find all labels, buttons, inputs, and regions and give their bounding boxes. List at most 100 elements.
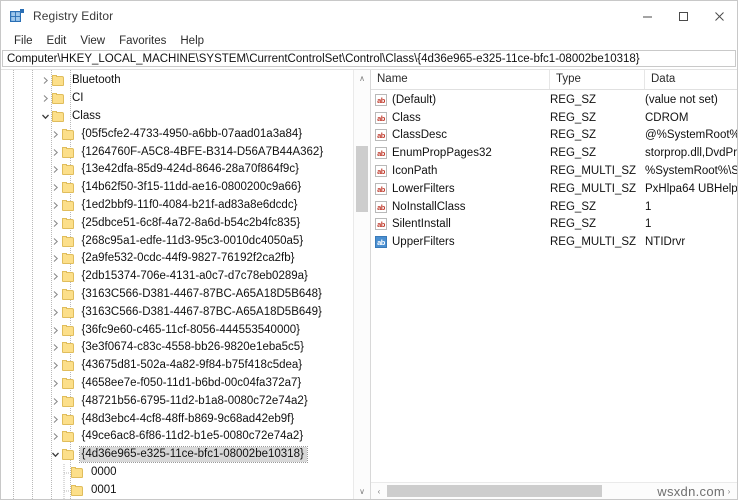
chevron-right-icon[interactable] — [49, 233, 62, 250]
menu-item-favorites[interactable]: Favorites — [112, 33, 173, 49]
chevron-right-icon[interactable] — [49, 286, 62, 303]
values-horizontal-scrollbar[interactable]: ‹ › wsxdn.com — [371, 482, 737, 499]
tree-item[interactable]: Bluetooth — [1, 72, 370, 90]
tree-item[interactable]: CI — [1, 90, 370, 108]
chevron-right-icon[interactable] — [49, 357, 62, 374]
value-row[interactable]: ab(Default)REG_SZ(value not set) — [371, 91, 737, 109]
scroll-down-arrow[interactable]: ∨ — [354, 483, 370, 499]
tree-item-label: CI — [70, 91, 87, 106]
tree-item[interactable]: {2db15374-706e-4131-a0c7-d7c78eb0289a} — [1, 268, 370, 286]
value-data-cell: storprop.dll,DvdProp — [645, 147, 737, 159]
value-name-cell: ab(Default) — [371, 94, 550, 106]
tree-item[interactable]: {13e42dfa-85d9-424d-8646-28a70f864f9c} — [1, 161, 370, 179]
chevron-right-icon[interactable] — [49, 144, 62, 161]
folder-icon — [62, 253, 75, 264]
chevron-right-icon[interactable] — [39, 72, 52, 89]
tree-item[interactable]: {14b62f50-3f15-11dd-ae16-0800200c9a66} — [1, 179, 370, 197]
tree-item-label: {3163C566-D381-4467-87BC-A65A18D5B648} — [80, 287, 325, 302]
column-header-type[interactable]: Type — [550, 70, 645, 89]
value-name-cell: abSilentInstall — [371, 218, 550, 230]
tree-item[interactable]: {43675d81-502a-4a82-9f84-b75f418c5dea} — [1, 357, 370, 375]
tree-item[interactable]: {3163C566-D381-4467-87BC-A65A18D5B649} — [1, 303, 370, 321]
menu-item-edit[interactable]: Edit — [40, 33, 74, 49]
tree-item[interactable]: {25dbce51-6c8f-4a72-8a6d-b54c2b4fc835} — [1, 214, 370, 232]
tree-item[interactable]: {4d36e965-e325-11ce-bfc1-08002be10318} — [1, 446, 370, 464]
folder-icon — [62, 271, 75, 282]
folder-icon — [62, 218, 75, 229]
chevron-right-icon[interactable] — [49, 179, 62, 196]
chevron-right-icon[interactable] — [49, 197, 62, 214]
tree-item-label: Class — [70, 109, 104, 124]
tree-item[interactable]: {48d3ebc4-4cf8-48ff-b869-9c68ad42eb9f} — [1, 410, 370, 428]
menu-item-file[interactable]: File — [7, 33, 40, 49]
tree-item[interactable]: 0001 — [1, 481, 370, 499]
menu-item-help[interactable]: Help — [173, 33, 211, 49]
values-scroll-track[interactable] — [387, 483, 721, 499]
chevron-right-icon[interactable] — [39, 90, 52, 107]
tree-item[interactable]: {48721b56-6795-11d2-b1a8-0080c72e74a2} — [1, 392, 370, 410]
value-name-label: EnumPropPages32 — [392, 147, 492, 159]
scroll-right-arrow[interactable]: › — [721, 483, 737, 499]
scroll-up-arrow[interactable]: ∧ — [354, 70, 370, 86]
tree-vertical-scrollbar[interactable]: ∧ ∨ — [353, 70, 370, 499]
value-row[interactable]: abClassREG_SZCDROM — [371, 109, 737, 127]
column-header-data[interactable]: Data — [645, 70, 737, 89]
menu-item-view[interactable]: View — [73, 33, 112, 49]
chevron-right-icon[interactable] — [49, 428, 62, 445]
value-data-cell: CDROM — [645, 112, 737, 124]
chevron-right-icon[interactable] — [49, 322, 62, 339]
chevron-right-icon[interactable] — [49, 375, 62, 392]
chevron-down-icon[interactable] — [49, 446, 62, 463]
chevron-right-icon[interactable] — [49, 268, 62, 285]
tree-item[interactable]: {49ce6ac8-6f86-11d2-b1e5-0080c72e74a2} — [1, 428, 370, 446]
tree-item[interactable]: {1ed2bbf9-11f0-4084-b21f-ad83a8e6dcdc} — [1, 197, 370, 215]
value-row[interactable]: abIconPathREG_MULTI_SZ%SystemRoot%\Syst — [371, 162, 737, 180]
registry-values-pane: Name Type Data ab(Default)REG_SZ(value n… — [371, 70, 737, 499]
close-button[interactable] — [701, 1, 737, 31]
chevron-right-icon[interactable] — [49, 304, 62, 321]
tree-connector — [58, 464, 71, 481]
value-row[interactable]: abNoInstallClassREG_SZ1 — [371, 198, 737, 216]
tree-item[interactable]: {268c95a1-edfe-11d3-95c3-0010dc4050a5} — [1, 232, 370, 250]
tree-item-label: {1ed2bbf9-11f0-4084-b21f-ad83a8e6dcdc} — [80, 198, 301, 213]
tree-item[interactable]: Class — [1, 108, 370, 126]
tree-scroll-thumb[interactable] — [356, 146, 368, 212]
chevron-right-icon[interactable] — [49, 161, 62, 178]
maximize-button[interactable] — [665, 1, 701, 31]
chevron-right-icon[interactable] — [49, 393, 62, 410]
chevron-right-icon[interactable] — [49, 250, 62, 267]
value-row[interactable]: abUpperFiltersREG_MULTI_SZNTIDrvr — [371, 233, 737, 251]
tree-item[interactable]: {2a9fe532-0cdc-44f9-9827-76192f2ca2fb} — [1, 250, 370, 268]
value-data-cell: %SystemRoot%\Syst — [645, 165, 737, 177]
tree-item[interactable]: {3163C566-D381-4467-87BC-A65A18D5B648} — [1, 286, 370, 304]
tree-item[interactable]: {3e3f0674-c83c-4558-bb26-9820e1eba5c5} — [1, 339, 370, 357]
chevron-right-icon[interactable] — [49, 215, 62, 232]
string-value-icon: ab — [375, 218, 387, 230]
minimize-button[interactable] — [629, 1, 665, 31]
value-row[interactable]: abLowerFiltersREG_MULTI_SZPxHlpa64 UBHel… — [371, 180, 737, 198]
values-scroll-thumb[interactable] — [387, 485, 602, 497]
folder-icon — [71, 485, 84, 496]
chevron-right-icon[interactable] — [49, 126, 62, 143]
tree-item-label: {13e42dfa-85d9-424d-8646-28a70f864f9c} — [80, 162, 302, 177]
tree-item[interactable]: {36fc9e60-c465-11cf-8056-444553540000} — [1, 321, 370, 339]
address-bar[interactable]: Computer\HKEY_LOCAL_MACHINE\SYSTEM\Curre… — [2, 50, 736, 67]
chevron-right-icon[interactable] — [49, 411, 62, 428]
value-row[interactable]: abEnumPropPages32REG_SZstorprop.dll,DvdP… — [371, 144, 737, 162]
tree-item[interactable]: {1264760F-A5C8-4BFE-B314-D56A7B44A362} — [1, 143, 370, 161]
value-name-label: (Default) — [392, 94, 436, 106]
scroll-left-arrow[interactable]: ‹ — [371, 483, 387, 499]
chevron-right-icon[interactable] — [49, 339, 62, 356]
tree-scroll-track[interactable] — [354, 86, 370, 483]
value-data-cell: PxHlpa64 UBHelper — [645, 183, 737, 195]
column-header-name[interactable]: Name — [371, 70, 550, 89]
folder-icon — [52, 93, 65, 104]
tree-item[interactable]: 0000 — [1, 464, 370, 482]
tree-item-label: {3e3f0674-c83c-4558-bb26-9820e1eba5c5} — [80, 340, 308, 355]
value-row[interactable]: abSilentInstallREG_SZ1 — [371, 216, 737, 234]
value-name-label: UpperFilters — [392, 236, 455, 248]
chevron-down-icon[interactable] — [39, 108, 52, 125]
tree-item[interactable]: {4658ee7e-f050-11d1-b6bd-00c04fa372a7} — [1, 375, 370, 393]
tree-item[interactable]: {05f5cfe2-4733-4950-a6bb-07aad01a3a84} — [1, 125, 370, 143]
value-row[interactable]: abClassDescREG_SZ@%SystemRoot%\Sy — [371, 127, 737, 145]
